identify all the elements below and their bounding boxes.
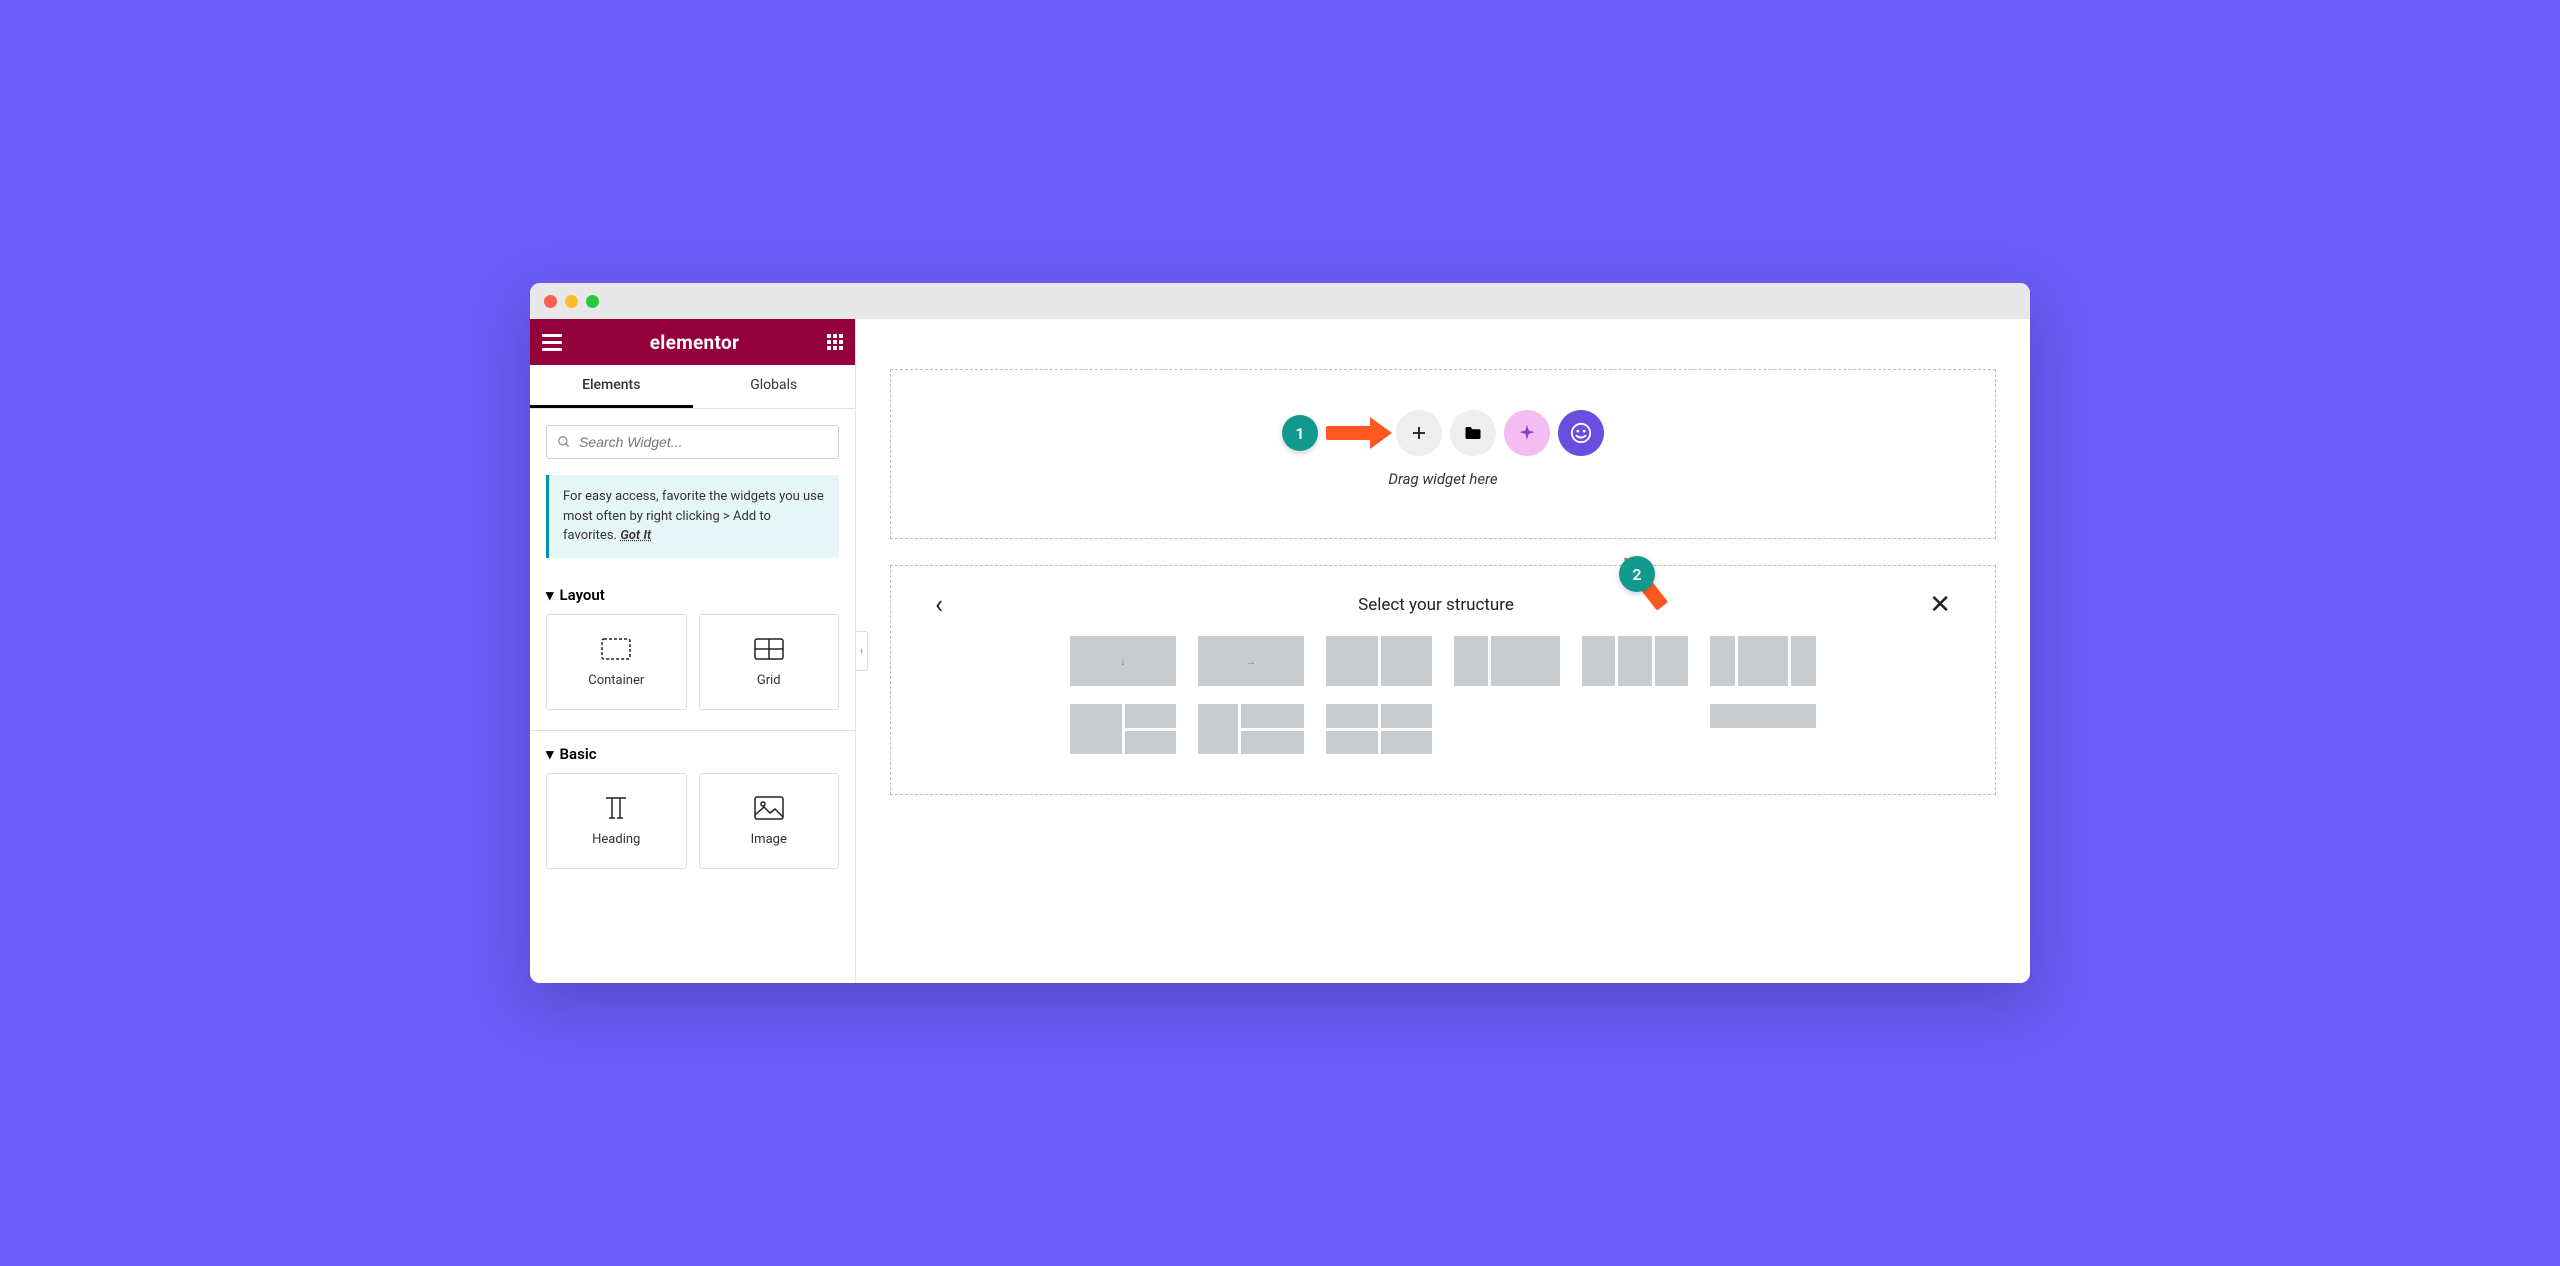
structure-3col-25-50-25[interactable] [1710,636,1816,686]
annotation-badge-2: 2 [1619,556,1655,592]
structure-selector: 2 ‹ Select your structure ✕ ↓ → [890,565,1996,795]
collapse-panel-button[interactable]: ‹ [856,631,868,671]
drop-zone-actions: 1 [1282,410,1604,456]
ai-assistant-button[interactable] [1558,410,1604,456]
tab-globals[interactable]: Globals [693,365,856,408]
structure-1col-right[interactable]: → [1198,636,1304,686]
window-titlebar [530,283,2030,319]
template-library-button[interactable] [1450,410,1496,456]
structure-back-button[interactable]: ‹ [931,586,947,624]
container-icon [600,635,632,663]
structure-header: ‹ Select your structure ✕ [931,586,1955,624]
window-minimize-button[interactable] [565,295,578,308]
structure-2x2[interactable] [1326,704,1432,754]
structure-close-button[interactable]: ✕ [1925,586,1955,624]
grid-icon [753,635,785,663]
sidebar-divider [530,730,855,731]
structure-row-1: ↓ → [931,636,1955,686]
chevron-down-icon: ▾ [546,745,554,763]
sparkle-icon [1517,423,1537,443]
category-basic-header[interactable]: ▾ Basic [546,735,839,773]
category-layout-label: Layout [560,586,605,604]
app-window: elementor Elements Globals For easy acce… [530,283,2030,983]
face-icon [1570,422,1592,444]
folder-icon [1464,425,1482,441]
search-box[interactable] [546,425,839,459]
tip-text: For easy access, favorite the widgets yo… [563,489,824,543]
plus-icon [1410,424,1428,442]
add-section-button[interactable] [1396,410,1442,456]
hamburger-menu-icon[interactable] [542,334,562,351]
category-layout-header[interactable]: ▾ Layout [546,576,839,614]
tip-got-it-link[interactable]: Got It [620,528,651,543]
window-maximize-button[interactable] [586,295,599,308]
app-body: elementor Elements Globals For easy acce… [530,319,2030,983]
category-basic: ▾ Basic Heading Image [530,735,855,885]
sidebar-title: elementor [562,331,827,354]
widget-heading[interactable]: Heading [546,773,687,869]
sidebar-tabs: Elements Globals [530,365,855,409]
widget-grid-label: Grid [757,673,781,688]
sidebar-panel: elementor Elements Globals For easy acce… [530,319,856,983]
widget-image[interactable]: Image [699,773,840,869]
sidebar-header: elementor [530,319,855,365]
search-input[interactable] [579,434,828,450]
widget-container[interactable]: Container [546,614,687,710]
structure-3over2[interactable] [1454,704,1560,754]
heading-icon [600,794,632,822]
widget-heading-label: Heading [592,832,640,847]
structure-title: Select your structure [947,595,1925,615]
search-wrap [530,409,855,475]
structure-row-2 [931,704,1955,754]
category-basic-label: Basic [560,745,597,763]
annotation-arrow-1 [1326,426,1374,440]
widget-image-label: Image [751,832,787,847]
window-close-button[interactable] [544,295,557,308]
structure-2col[interactable] [1326,636,1432,686]
editor-canvas: ‹ 1 [856,319,2030,983]
image-icon [753,794,785,822]
category-layout: ▾ Layout Container Grid [530,576,855,726]
structure-2col-33-66[interactable] [1454,636,1560,686]
layout-widgets: Container Grid [546,614,839,726]
widget-grid[interactable]: Grid [699,614,840,710]
structure-l-shape-b[interactable] [1198,704,1304,754]
drop-zone-label: Drag widget here [1388,470,1497,488]
structure-2over3[interactable] [1582,704,1688,754]
structure-l-shape-a[interactable] [1070,704,1176,754]
annotation-badge-1: 1 [1282,415,1318,451]
structure-3col[interactable] [1582,636,1688,686]
tab-elements[interactable]: Elements [530,365,693,408]
structure-1over2[interactable] [1710,704,1816,754]
structure-1col-down[interactable]: ↓ [1070,636,1176,686]
drop-zone[interactable]: 1 [890,369,1996,539]
search-icon [557,435,571,449]
widget-container-label: Container [588,673,644,688]
chevron-down-icon: ▾ [546,586,554,604]
basic-widgets: Heading Image [546,773,839,885]
favorites-tip: For easy access, favorite the widgets yo… [546,475,839,558]
ai-button[interactable] [1504,410,1550,456]
widgets-grid-icon[interactable] [827,334,843,350]
